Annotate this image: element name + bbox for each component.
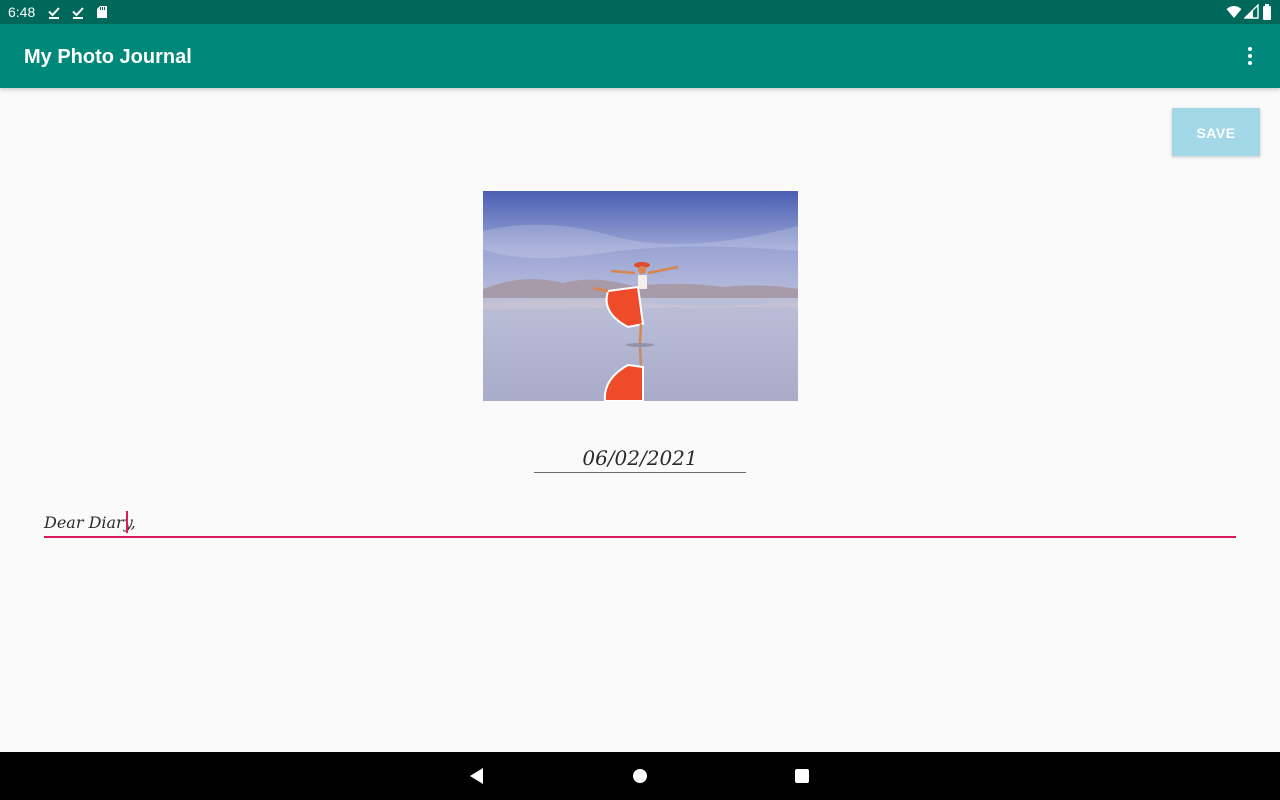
status-time: 6:48 — [8, 4, 36, 20]
photo-image — [483, 191, 798, 401]
status-bar: 6:48 — [0, 0, 1280, 24]
status-indicators — [1226, 3, 1272, 20]
navigation-bar — [0, 752, 1280, 800]
sd-card-icon — [97, 6, 107, 18]
diary-entry-input[interactable]: Dear Diary, — [44, 508, 1236, 538]
screen: 6:48 My Photo Journal SAVE 06/02/2021 De… — [0, 0, 1280, 800]
app-bar: My Photo Journal — [0, 24, 1280, 88]
more-vertical-icon[interactable] — [1238, 44, 1262, 68]
download-done-icon — [48, 7, 60, 19]
app-title: My Photo Journal — [24, 46, 192, 68]
diary-entry-text: Dear Diary, — [44, 513, 136, 532]
home-icon[interactable] — [628, 764, 652, 788]
back-icon[interactable] — [465, 764, 489, 788]
text-cursor — [126, 511, 128, 533]
download-done-icon — [72, 7, 84, 19]
wifi-icon — [1226, 4, 1242, 20]
journal-photo[interactable] — [483, 191, 798, 401]
save-button[interactable]: SAVE — [1172, 108, 1260, 156]
date-field[interactable]: 06/02/2021 — [534, 444, 746, 473]
recents-icon[interactable] — [790, 764, 814, 788]
battery-icon — [1262, 4, 1272, 20]
save-button-label: SAVE — [1196, 125, 1236, 141]
signal-icon — [1243, 3, 1260, 20]
